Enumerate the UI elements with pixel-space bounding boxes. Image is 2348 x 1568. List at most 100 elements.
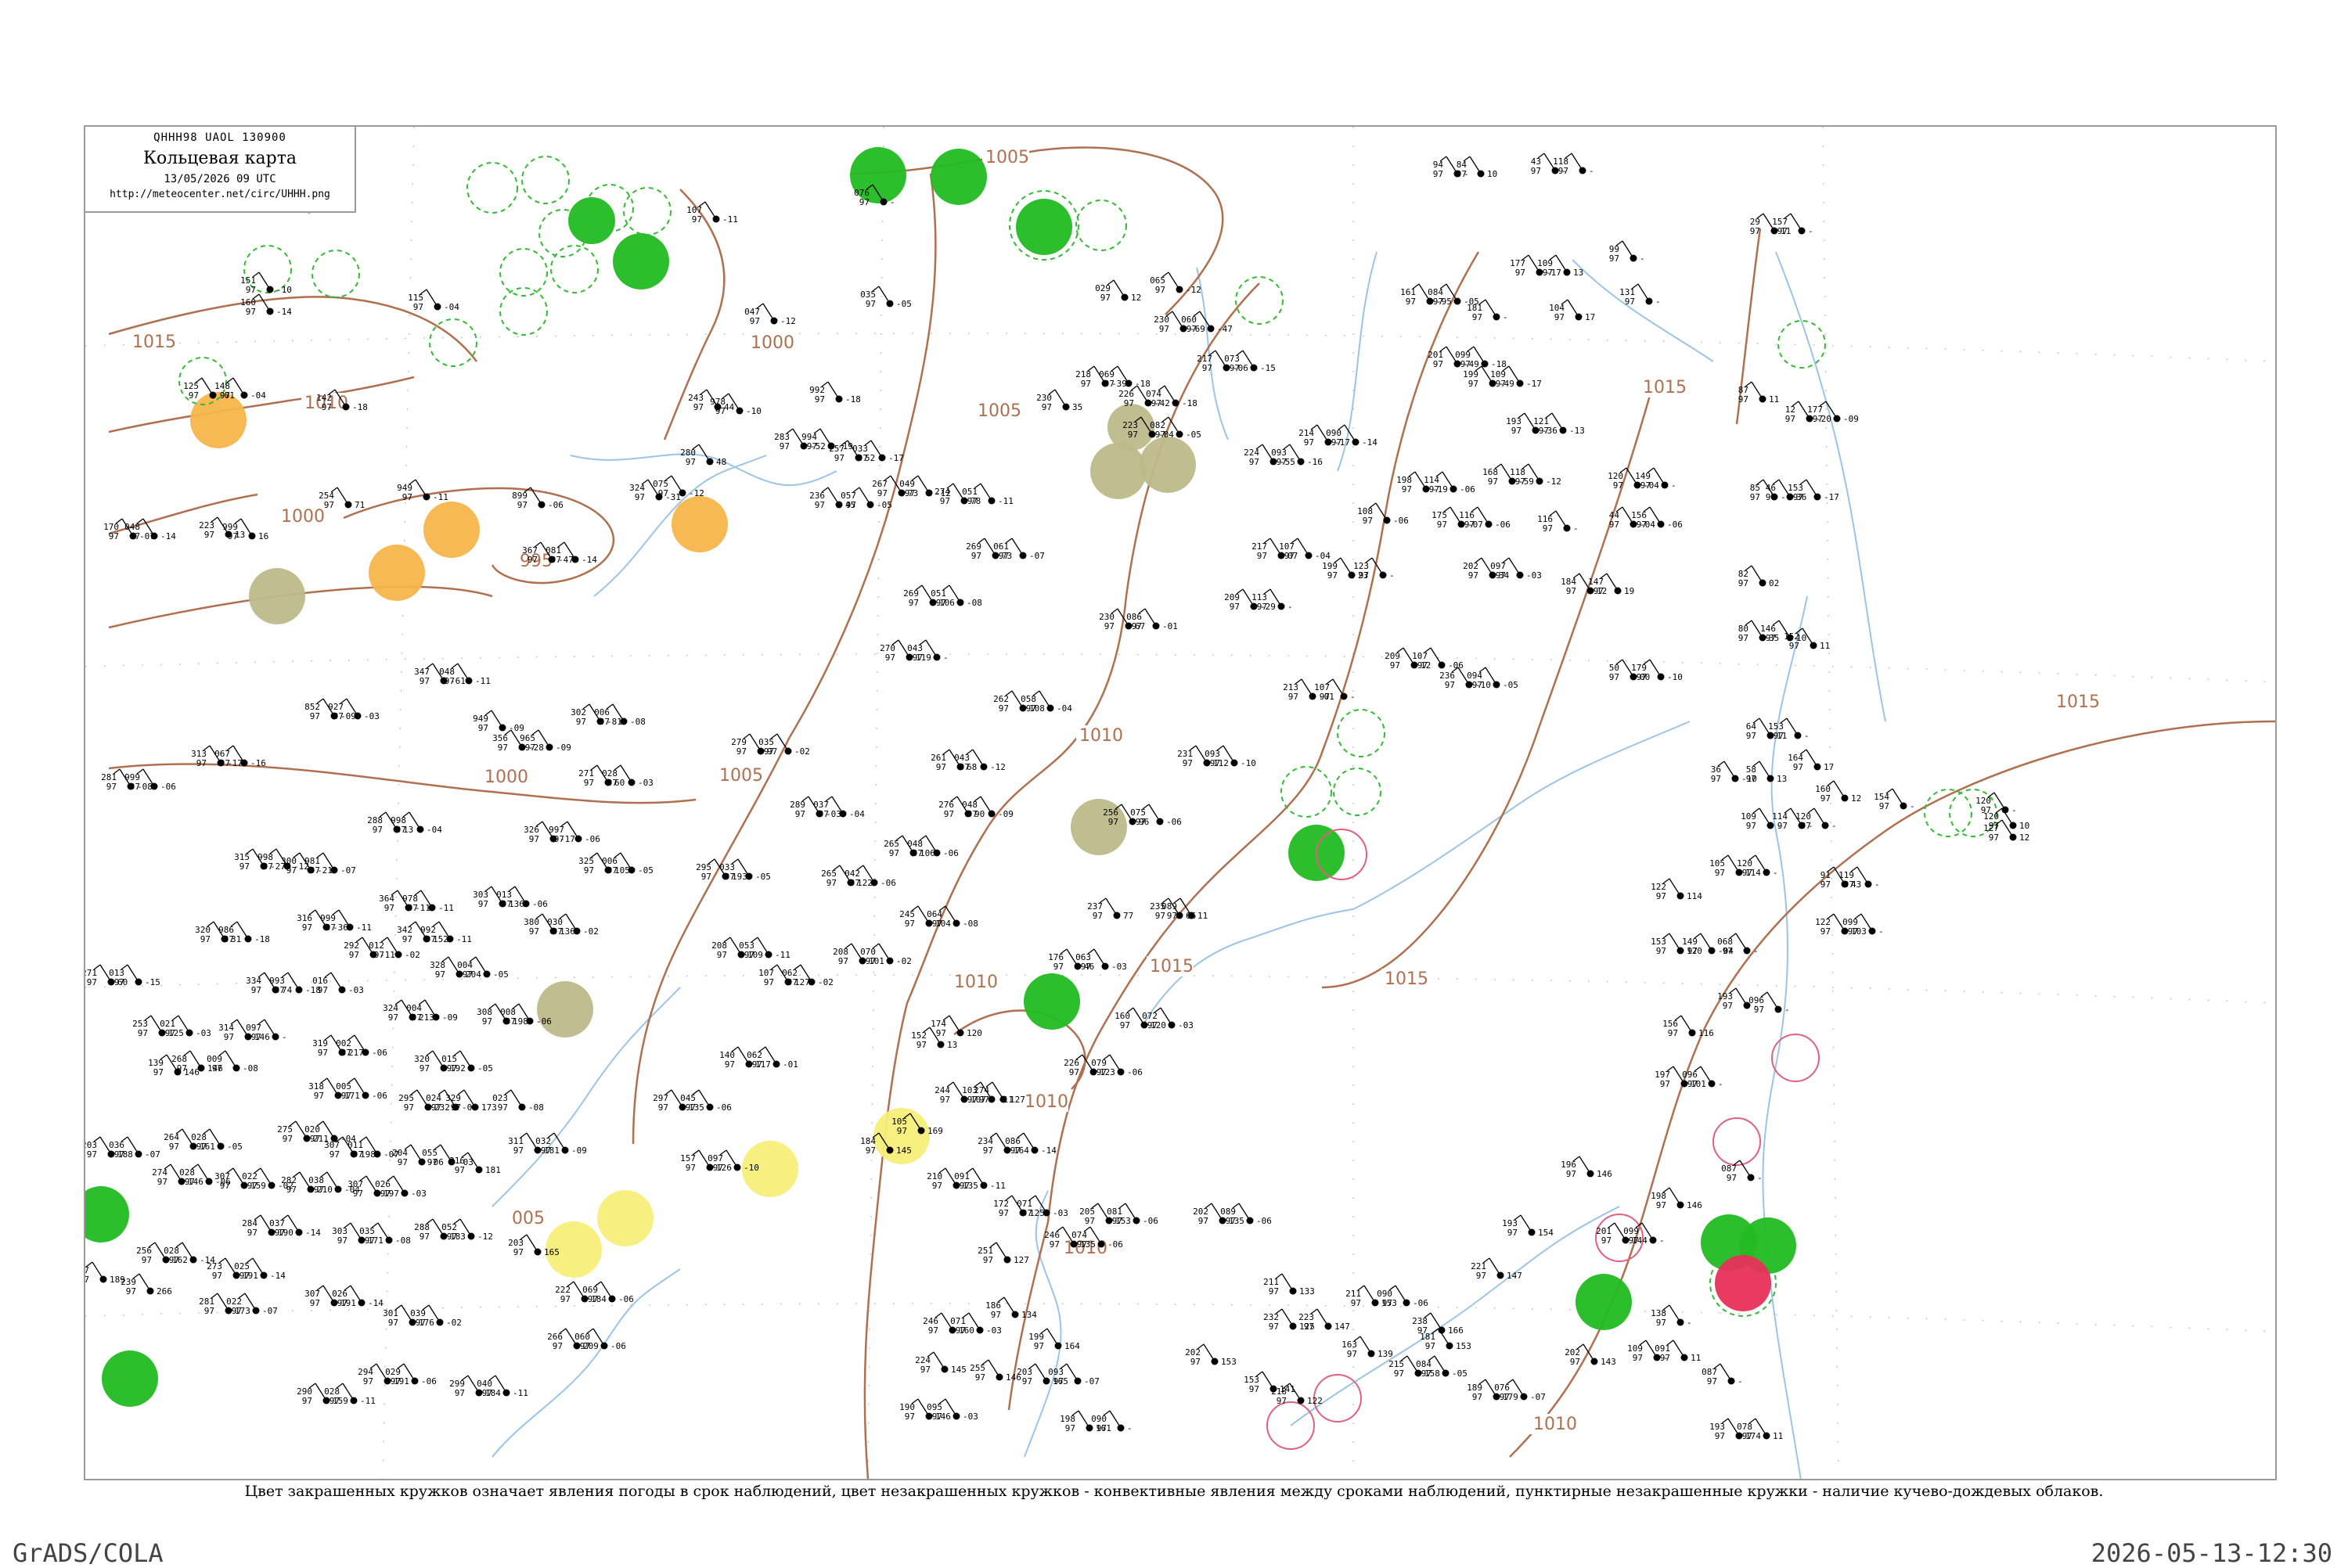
station-plot[interactable]: 20997 -29 [1224, 588, 1276, 612]
station-plot[interactable]: 03997 -02 [410, 1304, 462, 1328]
station-plot[interactable]: 04397 -12 [954, 749, 1006, 772]
station-plot[interactable]: 02997 12 [1095, 279, 1141, 303]
station-plot[interactable]: 23497 164 [978, 1132, 1029, 1156]
station-plot[interactable]: 15497- [1874, 788, 1915, 811]
station-plot[interactable]: 8297 02 [1738, 565, 1780, 588]
station-plot[interactable]: 16097 12 [1815, 780, 1861, 804]
station-plot[interactable]: 17497 120 [931, 1015, 982, 1038]
station-plot[interactable]: 21497 -17 [1298, 424, 1350, 448]
station-plot[interactable]: 08297 -05 [1150, 416, 1201, 440]
station-plot[interactable]: 96597 -09 [520, 729, 571, 753]
station-plot[interactable]: 22497 145 [915, 1351, 967, 1375]
station-plot[interactable]: 09097 -14 [1326, 424, 1377, 448]
station-plot[interactable]: 08997 11 [1161, 897, 1208, 921]
station-plot[interactable]: 12297 103 [1815, 913, 1867, 937]
station-plot[interactable]: 23697 -10 [1439, 667, 1491, 690]
station-plot[interactable]: 03797 -14 [269, 1214, 321, 1238]
station-plot[interactable]: 24597 104 [899, 905, 951, 929]
station-plot[interactable]: 14797 19 [1588, 573, 1634, 596]
station-plot[interactable]: 25397 125 [132, 1015, 184, 1038]
station-plot[interactable]: 03297 -09 [535, 1132, 587, 1156]
station-plot[interactable]: 25497 71 [319, 487, 365, 510]
station-plot[interactable]: 26497 161 [164, 1128, 215, 1152]
station-plot[interactable]: 15397 -17 [1788, 479, 1839, 502]
station-plot[interactable]: 12197 -13 [1533, 412, 1585, 436]
station-plot[interactable]: 03597 -05 [860, 286, 912, 309]
station-plot[interactable]: 10597 114 [1709, 854, 1761, 878]
station-plot[interactable]: 06197 -07 [993, 538, 1045, 561]
station-plot[interactable]: 06497 -08 [927, 905, 978, 929]
station-plot[interactable]: 13897- [1651, 1304, 1692, 1328]
station-plot[interactable]: 09097- [1091, 1410, 1133, 1433]
phenomena-circle-green[interactable] [1024, 973, 1080, 1030]
station-plot[interactable]: 11697 -06 [1459, 506, 1511, 530]
station-plot[interactable]: 22497 -55 [1244, 444, 1295, 467]
station-plot[interactable]: 98697 -18 [218, 921, 270, 944]
phenomena-circle-green[interactable] [1576, 1274, 1632, 1330]
station-plot[interactable]: 02697 -03 [375, 1175, 427, 1199]
station-plot[interactable]: 26297 108 [993, 690, 1045, 714]
station-plot[interactable]: 04097 -11 [477, 1375, 528, 1398]
station-plot[interactable]: 02597 -14 [234, 1257, 286, 1281]
station-plot[interactable]: 15197 -10 [240, 272, 292, 295]
station-plot[interactable]: 14097 117 [719, 1046, 771, 1070]
station-plot[interactable]: 10797 -04 [1279, 538, 1331, 561]
station-plot[interactable]: 02297 -07 [226, 1293, 278, 1316]
station-plot[interactable]: 19997 164 [1028, 1328, 1080, 1351]
station-plot[interactable]: 27597 211 [277, 1120, 329, 1144]
station-plot[interactable]: 31197 181 [508, 1132, 560, 1156]
station-plot[interactable]: 19097 146 [899, 1398, 951, 1422]
station-plot[interactable]: 09197 11 [1655, 1340, 1701, 1363]
station-plot[interactable]: 12297 114 [1651, 878, 1702, 901]
station-plot[interactable]: 08997 -06 [1220, 1203, 1272, 1226]
station-plot[interactable]: 06097 -06 [574, 1328, 626, 1351]
station-plot[interactable]: 32897 204 [430, 956, 481, 980]
phenomena-circle-orange[interactable] [672, 496, 728, 552]
station-plot[interactable]: 11597 -04 [408, 289, 459, 312]
station-plot[interactable]: 15397- [1768, 717, 1810, 741]
station-plot[interactable]: 99997 16 [222, 518, 268, 541]
station-plot[interactable]: 25197 127 [978, 1242, 1029, 1265]
station-plot[interactable]: 17797 -17 [1510, 254, 1561, 278]
station-plot[interactable]: 22697 -42 [1118, 385, 1170, 408]
station-plot[interactable]: 28197 173 [199, 1293, 250, 1316]
station-plot[interactable]: 13197- [1619, 283, 1661, 307]
station-plot[interactable]: 09597 -03 [927, 1398, 978, 1422]
station-plot[interactable]: 10797 -11 [686, 201, 738, 225]
station-plot[interactable]: 19997 -49 [1463, 365, 1514, 389]
station-plot[interactable]: 16397 139 [1341, 1336, 1393, 1359]
station-plot[interactable]: 20897 101 [833, 943, 884, 966]
station-plot[interactable]: 16897 -59 [1482, 463, 1534, 487]
station-plot[interactable]: 01697 -03 [312, 972, 364, 995]
phenomena-circle-orange[interactable] [369, 545, 425, 601]
station-plot[interactable]: 99297 -18 [809, 381, 861, 405]
station-plot[interactable]: 02897 -05 [191, 1128, 243, 1152]
station-plot[interactable]: 20897 109 [711, 937, 763, 960]
station-plot[interactable]: 22297 184 [555, 1281, 607, 1304]
station-plot[interactable]: 00497 -05 [457, 956, 509, 980]
station-plot[interactable]: 05197 -08 [931, 584, 982, 608]
station-plot[interactable]: 09497 -05 [1467, 667, 1518, 690]
phenomena-circle-olive[interactable] [537, 981, 593, 1038]
phenomena-circle-olive[interactable] [1090, 443, 1147, 499]
station-plot[interactable]: 07697 -07 [1494, 1379, 1546, 1402]
station-plot[interactable]: 18997 179 [1467, 1379, 1518, 1402]
station-plot[interactable]: 09197 -11 [954, 1167, 1006, 1191]
station-plot[interactable]: 19897 -19 [1396, 471, 1448, 494]
station-plot[interactable]: 25697 162 [136, 1242, 188, 1265]
station-plot[interactable]: 23097 -69 [1154, 311, 1205, 334]
phenomena-circle-green[interactable] [931, 149, 987, 205]
station-plot[interactable]: 23097 35 [1036, 389, 1082, 412]
station-plot[interactable]: 12097- [1795, 807, 1837, 831]
cumulonimbus-circle[interactable] [1337, 709, 1385, 757]
station-plot[interactable]: 05297 -12 [441, 1218, 493, 1242]
phenomena-circle-green[interactable] [1016, 199, 1072, 255]
station-plot[interactable]: 29097 159 [297, 1383, 348, 1406]
station-plot[interactable]: 15297 11 [1784, 628, 1830, 651]
station-plot[interactable]: 08197 -06 [1107, 1203, 1158, 1226]
station-plot[interactable]: 08797- [1702, 1363, 1743, 1386]
station-plot[interactable]: 19397 -36 [1506, 412, 1558, 436]
station-plot[interactable]: 28397 -52 [774, 428, 826, 451]
station-plot[interactable]: 15797- [1772, 213, 1813, 236]
station-plot[interactable]: 16497 17 [1788, 749, 1834, 772]
